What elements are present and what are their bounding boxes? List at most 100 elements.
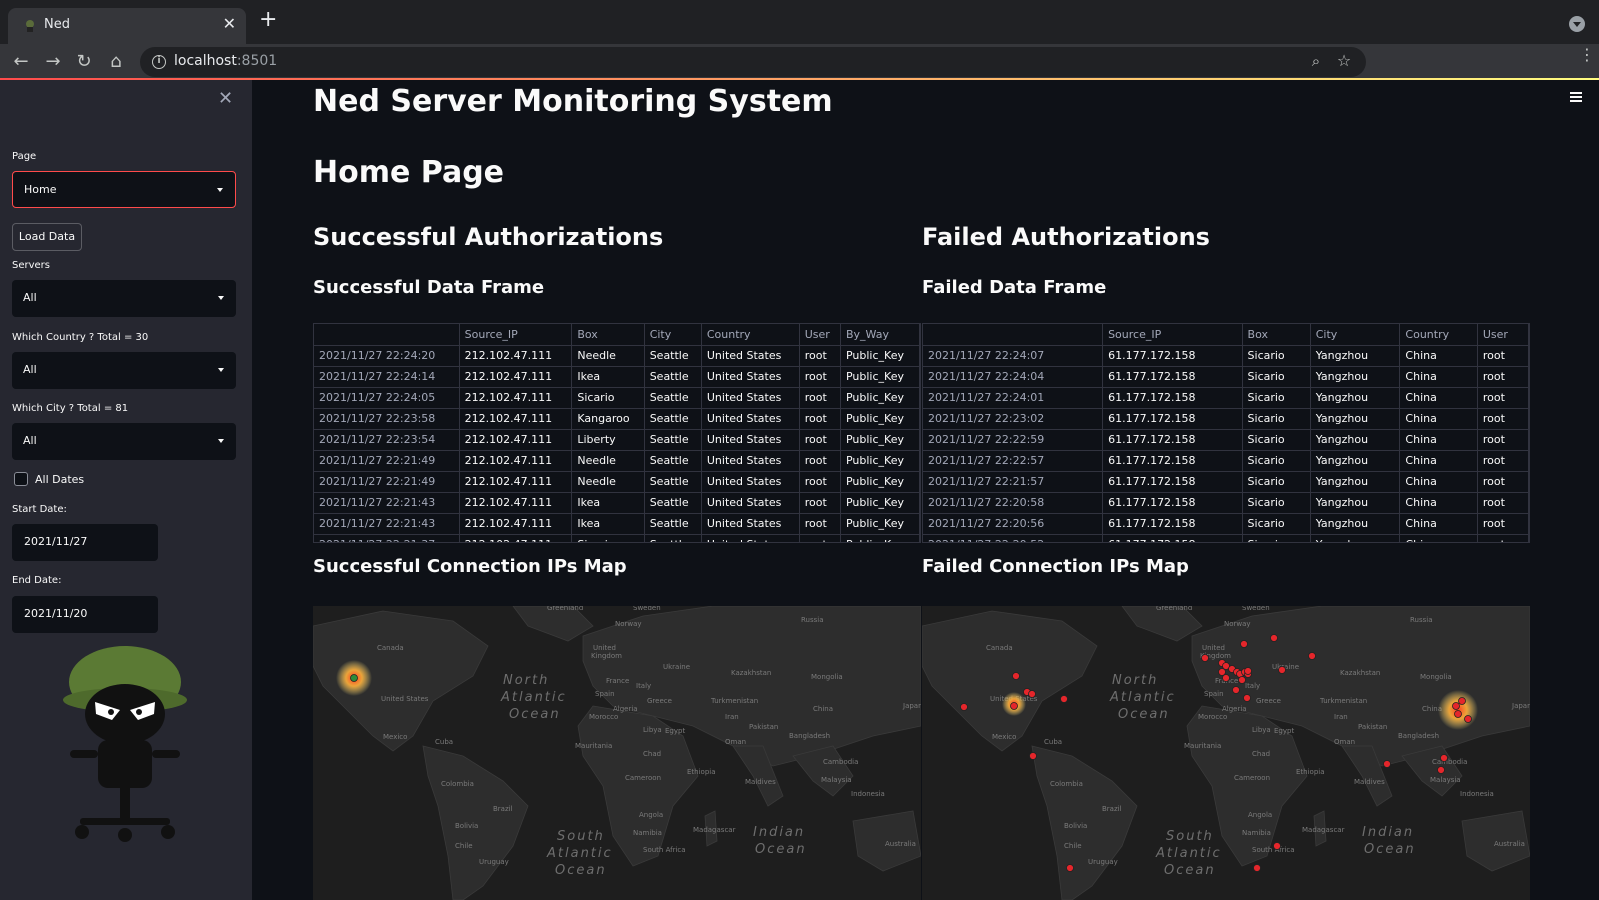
map-label: Japan (902, 702, 921, 710)
ip-marker[interactable] (1270, 634, 1278, 642)
address-bar[interactable]: i localhost:8501 ⌕ ☆ (140, 47, 1366, 77)
close-sidebar-icon[interactable]: ✕ (218, 88, 233, 109)
row-index-cell: 2021/11/27 22:23:54 (314, 429, 460, 451)
ip-marker[interactable] (1440, 754, 1448, 762)
ip-marker[interactable] (1383, 760, 1391, 768)
bookmark-star-icon[interactable]: ☆ (1334, 51, 1354, 71)
table-cell: root (799, 408, 841, 430)
ip-marker[interactable] (1029, 752, 1037, 760)
map-label: Sweden (1242, 606, 1270, 612)
end-date-input[interactable]: 2021/11/20 (12, 596, 158, 633)
ip-marker[interactable] (1273, 842, 1281, 850)
column-header[interactable]: Country (1399, 324, 1478, 346)
map-label: Pakistan (749, 723, 778, 731)
table-cell: Needle (571, 471, 645, 493)
table-cell: Public_Key (840, 492, 920, 514)
ip-marker[interactable] (1243, 694, 1251, 702)
column-header[interactable]: Box (571, 324, 645, 346)
ip-marker[interactable] (1454, 710, 1462, 718)
column-header[interactable]: User (799, 324, 841, 346)
column-header[interactable] (314, 324, 460, 346)
reload-icon[interactable]: ↻ (72, 50, 96, 74)
column-header[interactable]: Source_IP (459, 324, 573, 346)
column-header[interactable]: By_Way (840, 324, 920, 346)
streamlit-favicon-icon (26, 20, 34, 32)
zoom-icon[interactable]: ⌕ (1306, 52, 1326, 72)
column-header[interactable]: City (1310, 324, 1401, 346)
successful-dataframe[interactable]: Source_IP Box City Country User By_Way 2021/1… (313, 323, 921, 543)
ip-marker[interactable] (1240, 640, 1248, 648)
country-select-value: All (23, 363, 37, 376)
table-cell: root (799, 366, 841, 388)
load-data-button[interactable]: Load Data (12, 223, 82, 251)
all-dates-checkbox[interactable] (14, 472, 28, 486)
ip-marker[interactable] (1201, 654, 1209, 662)
country-select[interactable]: All (12, 352, 236, 389)
map-label: Canada (986, 644, 1013, 652)
table-cell: Liberty (571, 429, 645, 451)
forward-icon[interactable]: → (41, 50, 65, 74)
home-icon[interactable]: ⌂ (104, 50, 128, 74)
browser-tab[interactable]: Ned ✕ (8, 8, 246, 44)
row-index-cell: 2021/11/27 22:21:37 (314, 534, 460, 542)
ip-marker[interactable] (1278, 666, 1286, 674)
column-header[interactable]: Source_IP (1102, 324, 1243, 346)
info-icon[interactable]: i (152, 55, 166, 69)
tab-search-icon[interactable] (1569, 16, 1585, 32)
ip-marker[interactable] (1222, 674, 1230, 682)
servers-select[interactable]: All (12, 280, 236, 317)
ip-marker[interactable] (1238, 676, 1246, 684)
column-header[interactable]: Country (701, 324, 800, 346)
table-cell: Yangzhou (1310, 345, 1401, 367)
hamburger-menu-icon[interactable] (1570, 92, 1582, 104)
table-cell: root (1477, 429, 1529, 451)
browser-menu-icon[interactable]: ⋮ (1579, 47, 1595, 63)
tab-close-icon[interactable]: ✕ (223, 14, 236, 33)
ip-marker[interactable] (1464, 715, 1472, 723)
page-select[interactable]: Home (12, 171, 236, 208)
column-header[interactable]: City (644, 324, 702, 346)
map-label: Cambodia (1432, 758, 1467, 766)
column-header[interactable] (923, 324, 1104, 346)
page-title: Home Page (313, 155, 505, 190)
table-cell: Public_Key (840, 513, 920, 535)
ip-marker[interactable] (1066, 864, 1074, 872)
table-cell: 212.102.47.111 (459, 492, 573, 514)
ip-marker[interactable] (1437, 766, 1445, 774)
table-cell: Public_Key (840, 366, 920, 388)
map-label: South (557, 829, 605, 844)
back-icon[interactable]: ← (9, 50, 33, 74)
map-label: United States (381, 695, 429, 703)
ip-marker[interactable] (1012, 672, 1020, 680)
failed-map[interactable]: North Atlantic Ocean South Atlantic Ocean Indi… (922, 606, 1530, 900)
column-header[interactable]: Box (1242, 324, 1311, 346)
successful-map[interactable]: North Atlantic Ocean South Atlantic Ocean Indi… (313, 606, 921, 900)
table-cell: root (1477, 492, 1529, 514)
map-label: South (1166, 829, 1214, 844)
map-label: Russia (801, 616, 824, 624)
table-cell: root (799, 471, 841, 493)
failed-dataframe[interactable]: Source_IP Box City Country User 2021/11/27 2… (922, 323, 1530, 543)
ip-marker[interactable] (960, 703, 968, 711)
ip-marker[interactable] (1458, 697, 1466, 705)
start-date-input[interactable]: 2021/11/27 (12, 524, 158, 561)
all-dates-label: All Dates (35, 473, 85, 486)
ip-marker[interactable] (1010, 702, 1018, 710)
map-label: Bolivia (1064, 822, 1087, 830)
ip-marker[interactable] (1060, 695, 1068, 703)
row-index-cell: 2021/11/27 22:21:57 (923, 471, 1104, 493)
column-header[interactable]: User (1477, 324, 1529, 346)
ip-marker[interactable] (1244, 667, 1252, 675)
new-tab-icon[interactable]: + (259, 9, 277, 31)
ip-marker[interactable] (1232, 686, 1240, 694)
city-select[interactable]: All (12, 423, 236, 460)
ip-marker[interactable] (1308, 652, 1316, 660)
ip-marker[interactable] (1028, 690, 1036, 698)
ip-marker[interactable] (1253, 864, 1261, 872)
map-label: China (813, 705, 833, 713)
table-cell: Sicario (1242, 492, 1311, 514)
table-cell: Kangaroo (571, 408, 645, 430)
row-index-cell: 2021/11/27 22:21:49 (314, 450, 460, 472)
ip-marker[interactable] (350, 674, 358, 682)
ip-marker[interactable] (1452, 702, 1460, 710)
